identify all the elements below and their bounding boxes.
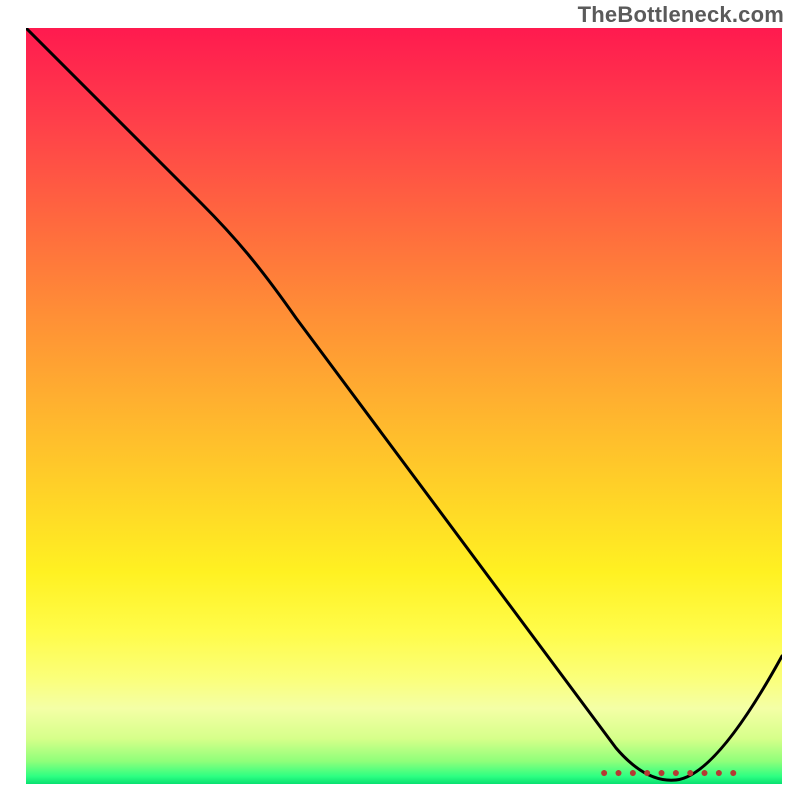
plot-area: ● ● ● ● ● ● ● ● ● ●	[26, 28, 782, 784]
heat-gradient-background	[26, 28, 782, 784]
chart-container: TheBottleneck.com ● ● ● ● ● ● ● ● ● ●	[0, 0, 800, 800]
minimum-marker-dots: ● ● ● ● ● ● ● ● ● ●	[600, 764, 739, 780]
attribution-watermark: TheBottleneck.com	[578, 2, 784, 28]
